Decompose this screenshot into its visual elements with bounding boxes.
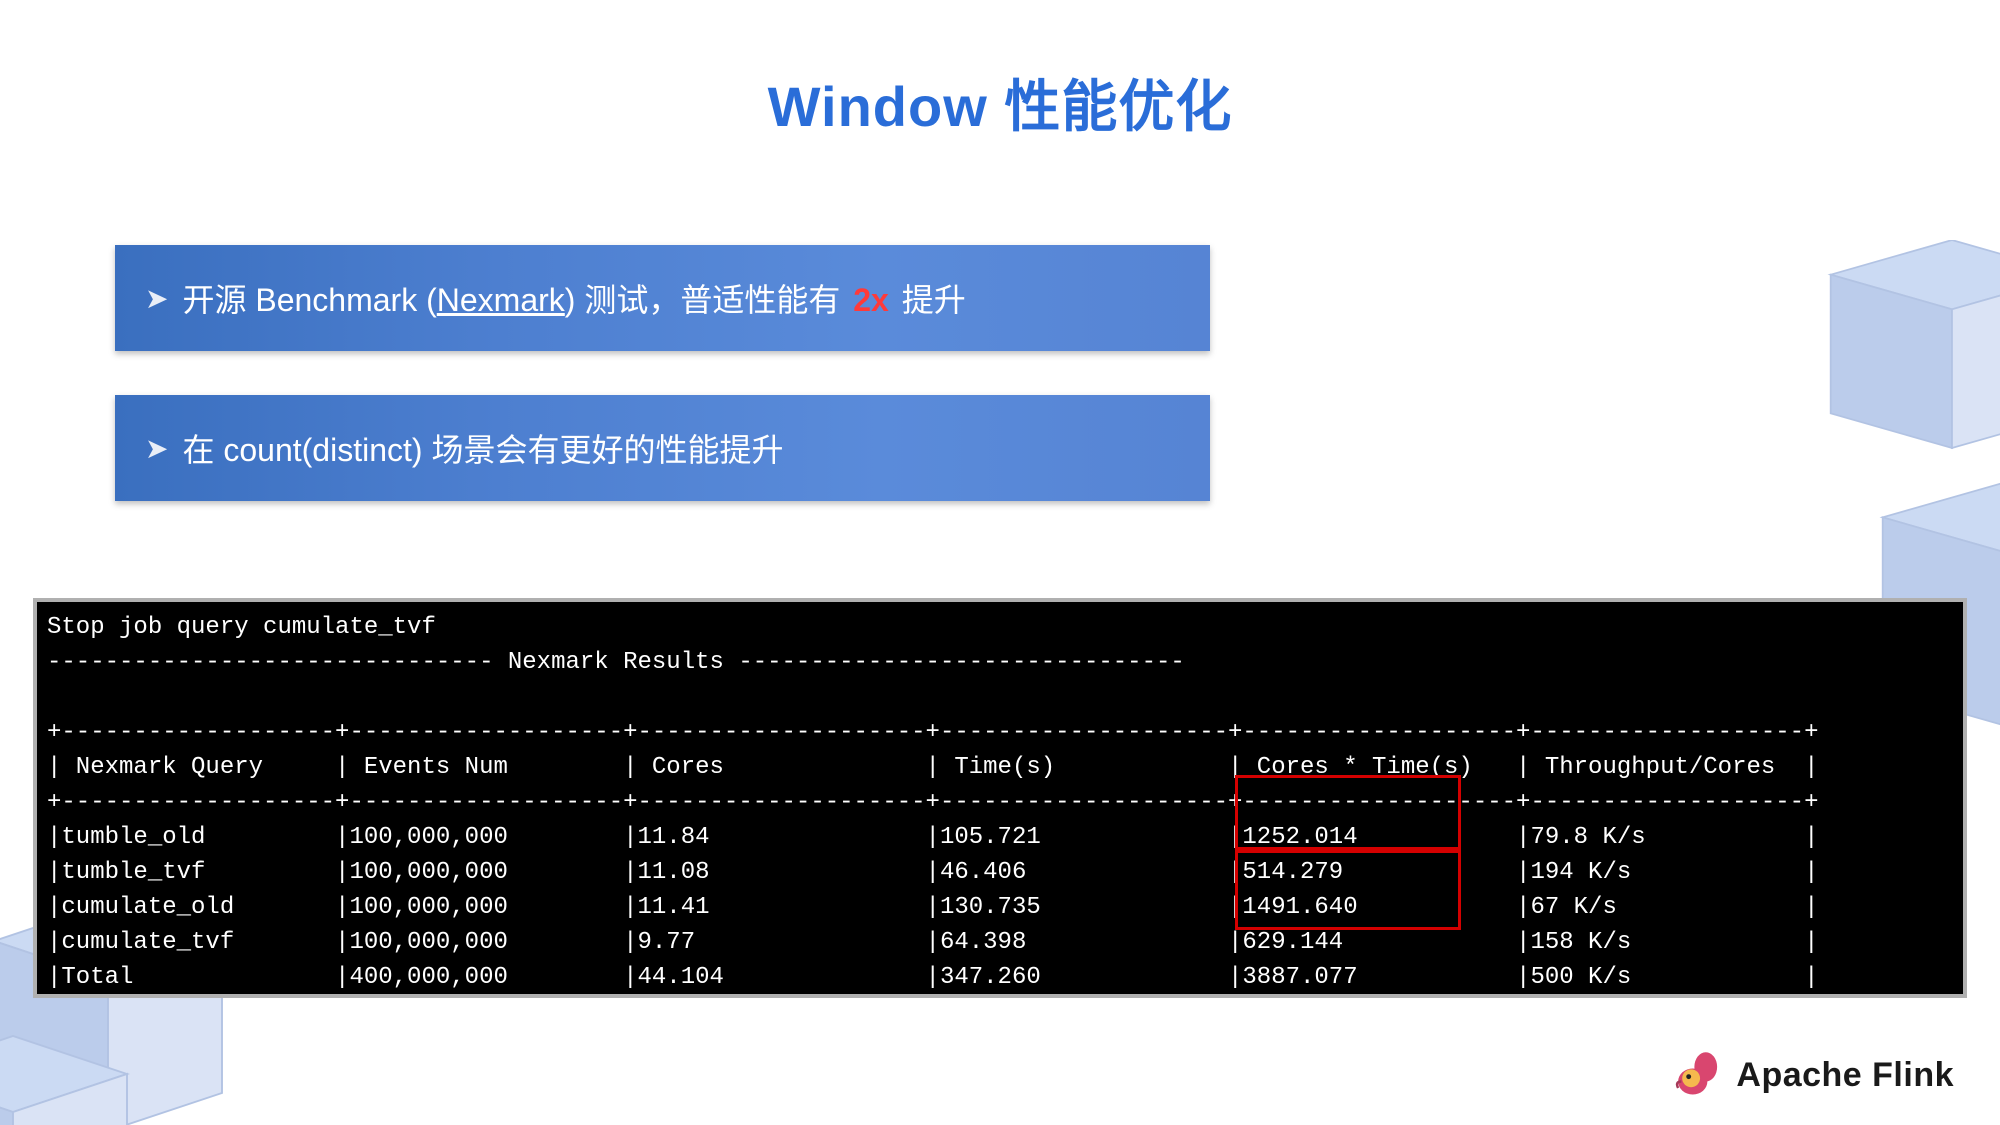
flink-squirrel-icon bbox=[1670, 1049, 1722, 1101]
slide-title: Window 性能优化 bbox=[0, 62, 2000, 143]
bullet-text: 开源 Benchmark (Nexmark) 测试，普适性能有 2x 提升 bbox=[182, 275, 965, 321]
brand-text: Apache Flink bbox=[1736, 1056, 1954, 1095]
bullet-text: 在 count(distinct) 场景会有更好的性能提升 bbox=[182, 425, 783, 471]
nexmark-link[interactable]: Nexmark bbox=[437, 282, 565, 318]
speedup-highlight: 2x bbox=[853, 282, 889, 318]
bullet-arrow-icon: ➤ bbox=[145, 432, 168, 465]
bullet-text-part: 开源 Benchmark ( bbox=[182, 282, 436, 318]
bullet-benchmark: ➤ 开源 Benchmark (Nexmark) 测试，普适性能有 2x 提升 bbox=[115, 245, 1210, 351]
bullet-text-part: ) 测试，普适性能有 bbox=[565, 282, 849, 318]
bullet-text-part: 提升 bbox=[893, 282, 966, 318]
footer-logo: Apache Flink bbox=[1670, 1049, 1954, 1101]
bullet-arrow-icon: ➤ bbox=[145, 282, 168, 315]
terminal-output: Stop job query cumulate_tvf ------------… bbox=[33, 598, 1967, 998]
bullet-count-distinct: ➤ 在 count(distinct) 场景会有更好的性能提升 bbox=[115, 395, 1210, 501]
